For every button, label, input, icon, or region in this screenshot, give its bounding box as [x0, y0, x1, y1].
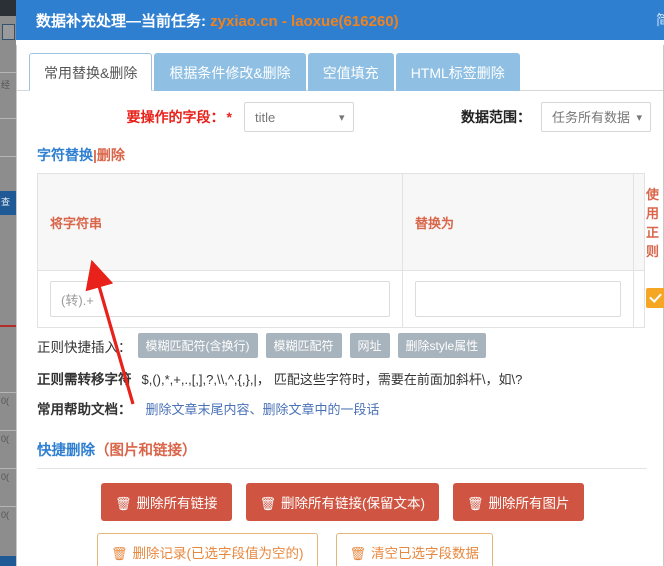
regex-shortcut-label: 正则快捷插入：: [37, 339, 132, 355]
chip-fuzzy-match-multiline[interactable]: 模糊匹配符(含换行): [137, 333, 258, 358]
regex-chip-group: 模糊匹配符(含换行) 模糊匹配符 网址 删除style属性: [137, 333, 487, 358]
help-docs-row: 常用帮助文档： 删除文章末尾内容 、 删除文章中的一段话: [17, 393, 663, 423]
trash-icon: 🗑: [259, 496, 277, 511]
background-divider: [0, 156, 16, 157]
data-processing-dialog: 数据补充处理—当前任务: zyxiao.cn - laoxue(616260) …: [16, 0, 664, 566]
scope-label: 数据范围：: [461, 109, 531, 125]
background-dark-corner: [0, 0, 16, 16]
help-link-remove-paragraph[interactable]: 删除文章中的一段话: [263, 399, 380, 418]
help-link-remove-article-tail[interactable]: 删除文章末尾内容: [146, 399, 250, 418]
cell-use-regex: [633, 270, 664, 328]
field-label-text: 要操作的字段：: [126, 109, 225, 125]
escape-chars-list: $,(),*,+,.,[,],?,\\,^,{,},|，: [141, 371, 270, 387]
chip-remove-style-attr[interactable]: 删除style属性: [397, 333, 487, 358]
background-text-fragment: 0(: [1, 434, 10, 444]
background-divider: [0, 392, 16, 393]
field-label: 要操作的字段： *: [127, 107, 232, 127]
required-star: *: [226, 109, 232, 125]
delete-all-links-label: 删除所有链接: [136, 496, 218, 511]
chip-fuzzy-match[interactable]: 模糊匹配符: [265, 333, 342, 358]
table-row: [37, 270, 664, 328]
trash-icon: 🗑: [115, 496, 132, 511]
escape-chars-row: 正则需转移字符 $,(),*,+,.,[,],?,\\,^,{,},|， 匹配这…: [17, 363, 663, 393]
background-text-fragment: 0(: [1, 396, 10, 406]
chevron-down-icon: ▾: [636, 112, 642, 124]
chip-url[interactable]: 网址: [349, 333, 390, 358]
trash-icon: 🗑: [111, 546, 128, 561]
delete-all-links-button[interactable]: 🗑 删除所有链接: [101, 483, 232, 521]
cell-search-input: [37, 270, 403, 328]
dialog-title-prefix: 数据补充处理—当前任务:: [36, 12, 206, 30]
delete-all-links-keep-text-label: 删除所有链接(保留文本): [281, 496, 426, 511]
chevron-down-icon: ▾: [338, 112, 345, 124]
tab-empty-fill[interactable]: 空值填充: [307, 53, 394, 91]
escape-chars-label: 正则需转移字符: [37, 372, 132, 387]
scope-select-value: 任务所有数据: [552, 110, 631, 125]
background-page-strip: 经 查 0( 0( 0( 0(: [0, 0, 16, 566]
quick-delete-title: 快捷删除（图片和链接）: [17, 423, 663, 468]
field-scope-row: 要操作的字段： * title ▾ 数据范围： 任务所有数据 ▾: [17, 91, 663, 143]
clear-selected-field-data-button[interactable]: 🗑 清空已选字段数据: [335, 533, 494, 566]
help-docs-separator: 、: [249, 401, 263, 417]
trash-icon: 🗑: [467, 496, 484, 511]
tab-bar: 常用替换&删除 根据条件修改&删除 空值填充 HTML标签删除: [17, 45, 663, 91]
background-text-fragment: 0(: [1, 510, 10, 520]
delete-records-empty-field-button[interactable]: 🗑 删除记录(已选字段值为空的): [97, 533, 318, 566]
regex-shortcut-row: 正则快捷插入： 模糊匹配符(含换行) 模糊匹配符 网址 删除style属性: [17, 328, 663, 363]
column-header-replace: 替换为: [402, 173, 634, 271]
quick-delete-primary-buttons: 🗑 删除所有链接 🗑 删除所有链接(保留文本) 🗑 删除所有图片: [17, 469, 663, 521]
background-divider: [0, 72, 16, 73]
background-divider: [0, 468, 16, 469]
replace-section-title: 字符替换|删除: [17, 143, 663, 173]
search-string-input[interactable]: [50, 281, 390, 317]
tab-conditional-modify-delete[interactable]: 根据条件修改&删除: [154, 53, 306, 91]
column-header-search: 将字符串: [37, 173, 403, 271]
background-divider: [0, 430, 16, 431]
field-select[interactable]: title ▾: [244, 102, 354, 132]
replace-section-title-sub: |删除: [93, 147, 125, 163]
dialog-title: 数据补充处理—当前任务: zyxiao.cn - laoxue(616260): [36, 10, 399, 31]
clear-selected-field-data-label: 清空已选字段数据: [371, 546, 480, 561]
cell-replace-input: [402, 270, 634, 328]
background-checkbox: [2, 24, 15, 40]
tab-common-replace-delete[interactable]: 常用替换&删除: [29, 53, 153, 91]
background-text-fragment: 经: [1, 80, 11, 90]
replace-section-title-main: 字符替换: [37, 147, 93, 163]
background-divider: [0, 506, 16, 507]
delete-all-images-button[interactable]: 🗑 删除所有图片: [453, 483, 584, 521]
delete-all-images-label: 删除所有图片: [488, 496, 570, 511]
delete-records-empty-field-label: 删除记录(已选字段值为空的): [132, 546, 304, 561]
replace-table: 将字符串 替换为 使用正则: [37, 173, 664, 328]
quick-delete-title-paren: （图片和链接）: [95, 443, 197, 459]
titlebar-right-clipped-text: 简: [656, 12, 664, 28]
delete-all-links-keep-text-button[interactable]: 🗑 删除所有链接(保留文本): [245, 483, 440, 521]
dialog-titlebar: 数据补充处理—当前任务: zyxiao.cn - laoxue(616260) …: [16, 0, 664, 40]
field-select-value: title: [255, 110, 276, 125]
quick-delete-title-main: 快捷删除: [37, 443, 95, 459]
quick-delete-outline-buttons: 🗑 删除记录(已选字段值为空的) 🗑 清空已选字段数据: [17, 521, 663, 566]
trash-icon: 🗑: [349, 546, 367, 561]
dialog-body: 常用替换&删除 根据条件修改&删除 空值填充 HTML标签删除 要操作的字段： *…: [16, 45, 664, 566]
column-header-use-regex: 使用正则: [633, 173, 659, 271]
background-bottom-bar: [0, 556, 16, 566]
replace-string-input[interactable]: [415, 281, 621, 317]
scope-select[interactable]: 任务所有数据 ▾: [541, 102, 651, 132]
background-text-fragment: 0(: [1, 472, 10, 482]
dialog-title-task: zyxiao.cn - laoxue(616260): [210, 12, 399, 30]
background-divider: [0, 118, 16, 119]
table-header-row: 将字符串 替换为 使用正则: [37, 173, 659, 271]
escape-chars-note: 匹配这些字符时，需要在前面加斜杆\，如\?: [273, 371, 523, 387]
background-red-rule: [0, 325, 16, 327]
use-regex-checkbox[interactable]: [646, 287, 664, 308]
background-text-fragment: 查: [1, 197, 11, 207]
help-docs-label: 常用帮助文档：: [37, 402, 132, 417]
tab-html-tag-delete[interactable]: HTML标签删除: [395, 53, 520, 91]
